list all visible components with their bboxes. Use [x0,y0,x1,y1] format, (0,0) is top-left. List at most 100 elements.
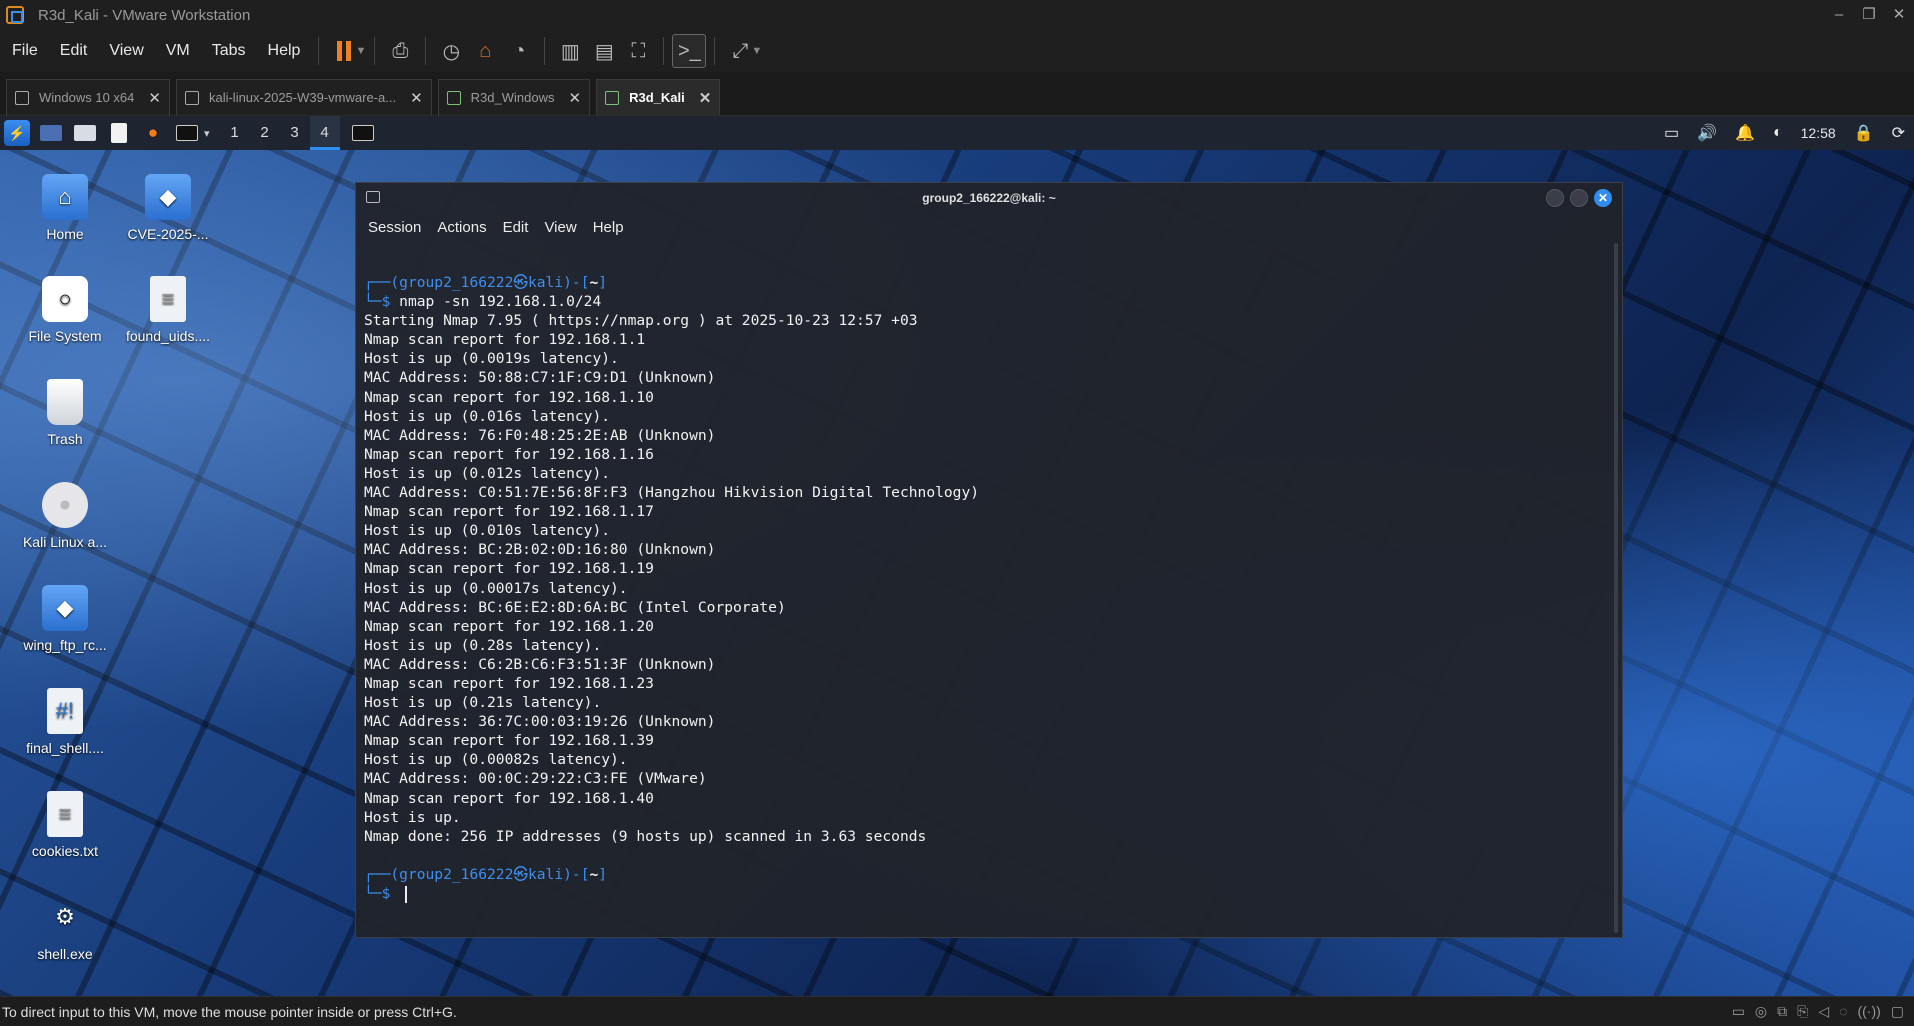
terminal-menu-session[interactable]: Session [368,219,421,236]
prompt-user-host: group2_166222㉿kali [399,274,564,291]
tab-kali-linux[interactable]: kali-linux-2025-W39-vmware-a... ✕ [175,79,432,115]
output-line: Host is up (0.00082s latency). [364,751,628,769]
printer-icon[interactable]: ◌ [1839,1003,1847,1020]
terminal-window[interactable]: group2_166222@kali: ~ ✕ Session Actions … [355,182,1623,938]
minimize-icon[interactable]: – [1824,0,1854,30]
vm-icon [184,90,199,105]
cd-drive-icon[interactable]: ◎ [1755,1003,1767,1020]
output-line: Nmap scan report for 192.168.1.10 [364,388,654,406]
terminal-output[interactable]: ┌──(group2_166222㉿kali)-[~] └─$ nmap -sn … [364,273,1606,937]
display-icon[interactable]: ▭ [1664,123,1679,143]
power-dropdown-icon[interactable]: ▼ [355,45,366,57]
desktop-icon-file-system[interactable]: ○ File System [15,276,115,344]
desktop-icon-final-shell[interactable]: #! final_shell.... [15,688,115,756]
tab-close-icon[interactable]: ✕ [699,89,712,107]
workspace-2[interactable]: 2 [250,116,280,150]
menu-edit[interactable]: Edit [48,42,98,60]
maximize-icon[interactable] [1570,189,1588,207]
prompt-user-host: group2_166222㉿kali [399,865,564,883]
terminal-window-icon[interactable] [366,191,380,203]
desktop-icon-wing-ftp[interactable]: ◆ wing_ftp_rc... [15,585,115,653]
send-ctrl-alt-del-button[interactable]: ⎙ [383,34,417,68]
volume-icon[interactable]: 🔊 [1697,123,1717,143]
output-line: Nmap done: 256 IP addresses (9 hosts up)… [364,827,927,845]
stretch-icon: ⤢ [732,39,749,62]
vm-running-icon [605,90,620,105]
terminal-titlebar[interactable]: group2_166222@kali: ~ ✕ [356,183,1622,213]
workspace-1[interactable]: 1 [220,116,250,150]
workspace-4[interactable]: 4 [309,116,340,150]
close-icon[interactable]: ✕ [1884,0,1914,30]
command-line: └─$ [364,884,1606,903]
snapshot-button[interactable]: ◷ [434,34,468,68]
tab-windows-10[interactable]: Windows 10 x64 ✕ [6,79,170,115]
toolbar-separator [714,37,716,65]
workspace-3[interactable]: 3 [280,116,310,150]
menu-help[interactable]: Help [256,42,311,60]
power-manager-icon[interactable]: ◐ [1773,124,1783,142]
desktop-icon-trash[interactable]: Trash [15,379,115,447]
tab-close-icon[interactable]: ✕ [410,89,423,107]
terminal-scrollbar[interactable] [1614,243,1618,933]
desktop-icon-shell-exe[interactable]: ⚙ shell.exe [15,894,115,962]
tab-label: R3d_Windows [470,90,555,105]
show-desktop-icon[interactable] [36,118,66,148]
message-log-icon[interactable]: ▢ [1891,1003,1904,1020]
terminal-menu-actions[interactable]: Actions [437,219,486,236]
menu-vm[interactable]: VM [154,42,200,60]
file-manager-icon[interactable] [70,118,100,148]
terminal-menu-edit[interactable]: Edit [503,219,529,236]
desktop-icon-cve[interactable]: ◆ CVE-2025-... [118,174,218,242]
desktop-icon-label: CVE-2025-... [127,226,209,242]
hard-disk-icon[interactable]: ▭ [1732,1003,1745,1020]
usb-icon[interactable]: ⎘ [1797,1003,1808,1020]
fullscreen-button[interactable]: ⛶ [621,34,655,68]
show-thumbnails-button[interactable]: ▤ [587,34,621,68]
show-library-button[interactable]: ▥ [553,34,587,68]
library-icon: ▥ [560,40,580,63]
network-adapter-icon[interactable]: ⧉ [1777,1003,1787,1020]
panel-clock[interactable]: 12:58 [1801,125,1836,141]
stretch-dropdown-icon[interactable]: ▼ [751,45,762,57]
tab-label: R3d_Kali [629,90,685,105]
close-icon[interactable]: ✕ [1594,189,1612,207]
terminal-menubar: Session Actions Edit View Help [356,213,1622,241]
logout-icon[interactable]: ⟳ [1892,123,1905,143]
cd-icon [42,482,88,528]
terminal-dropdown-icon[interactable]: ▾ [204,127,210,140]
tab-r3d-windows[interactable]: R3d_Windows ✕ [437,79,591,115]
text-editor-icon[interactable] [104,118,134,148]
prompt-bracket: )-[ [563,865,590,883]
firefox-icon[interactable]: ● [138,118,168,148]
tab-close-icon[interactable]: ✕ [148,89,161,107]
terminal-launcher-icon[interactable] [172,118,202,148]
desktop-icon-found-uids[interactable]: ≡ found_uids.... [118,276,218,344]
minimize-icon[interactable] [1546,189,1564,207]
output-line: Host is up (0.0019s latency). [364,350,619,368]
desktop-icon-home[interactable]: ⌂ Home [15,174,115,242]
guest-display[interactable]: ⚡ ● ▾ 1 2 3 4 ▭ 🔊 🔔 ◐ 12:58 🔒 ⟳ ⌂ Home ◆… [0,116,1914,996]
terminal-menu-view[interactable]: View [544,219,576,236]
snapshot-manager-button[interactable]: ◔ [502,34,536,68]
menu-file[interactable]: File [0,42,48,60]
console-view-button[interactable]: >_ [672,34,707,68]
tab-r3d-kali[interactable]: R3d_Kali ✕ [596,79,721,115]
lock-icon[interactable]: 🔒 [1854,123,1874,143]
script-file-icon: #! [47,688,83,734]
restore-icon[interactable]: ❐ [1854,0,1884,30]
wireless-icon[interactable]: ((·)) [1857,1003,1880,1020]
notification-bell-icon[interactable]: 🔔 [1735,123,1755,143]
output-line: Host is up. [364,808,461,826]
terminal-menu-help[interactable]: Help [593,219,624,236]
revert-snapshot-button[interactable]: ⌂ [468,34,502,68]
window-titlebar: R3d_Kali - VMware Workstation – ❐ ✕ [0,0,1914,30]
menu-view[interactable]: View [97,42,153,60]
desktop-icon-cookies[interactable]: ≡ cookies.txt [15,791,115,859]
menu-tabs[interactable]: Tabs [200,42,256,60]
desktop-icon-kali-iso[interactable]: Kali Linux a... [15,482,115,550]
sound-card-icon[interactable]: ◁ [1818,1003,1829,1020]
output-line: Nmap scan report for 192.168.1.39 [364,732,654,750]
taskbar-terminal-icon[interactable] [348,118,378,148]
tab-close-icon[interactable]: ✕ [569,89,582,107]
kali-menu-icon[interactable]: ⚡ [4,120,30,146]
